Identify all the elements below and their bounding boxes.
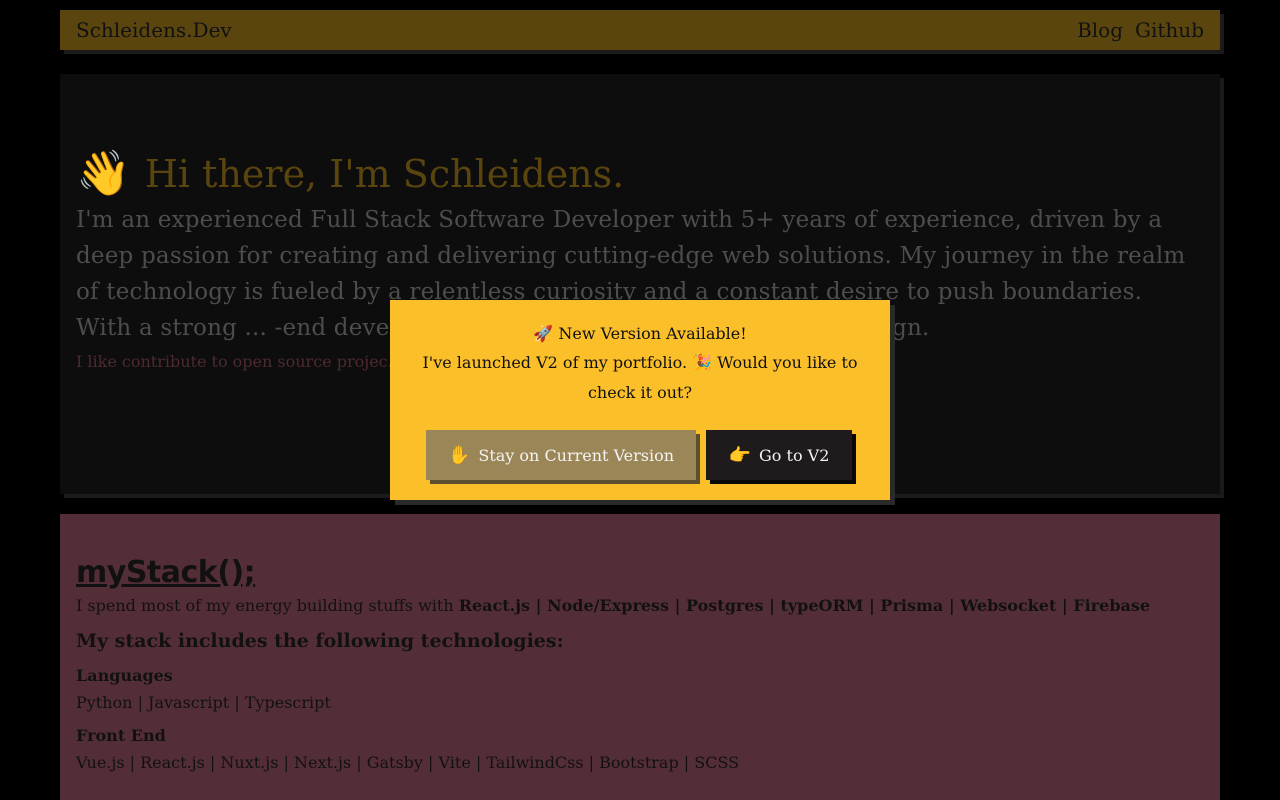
modal-message: I've launched V2 of my portfolio. 🎉 Woul…: [390, 348, 890, 408]
party-popper-icon: 🎉: [692, 353, 713, 372]
modal-text-before: I've launched V2 of my portfolio.: [422, 353, 688, 372]
new-version-modal: 🚀 New Version Available! I've launched V…: [390, 300, 890, 500]
modal-title-row: 🚀 New Version Available!: [390, 320, 890, 348]
page: Schleidens.Dev Blog Github 👋 Hi there, I…: [0, 0, 1280, 800]
stay-current-version-button[interactable]: ✋ Stay on Current Version: [426, 430, 696, 480]
modal-title: New Version Available!: [558, 324, 747, 343]
go-to-v2-button[interactable]: 👉 Go to V2: [706, 430, 852, 480]
stay-button-label: Stay on Current Version: [478, 445, 675, 465]
modal-buttons: ✋ Stay on Current Version 👉 Go to V2: [426, 430, 852, 480]
go-button-label: Go to V2: [759, 445, 830, 465]
pointing-hand-icon: 👉: [728, 444, 752, 466]
raised-hand-icon: ✋: [447, 444, 471, 466]
rocket-icon: 🚀: [533, 324, 554, 343]
